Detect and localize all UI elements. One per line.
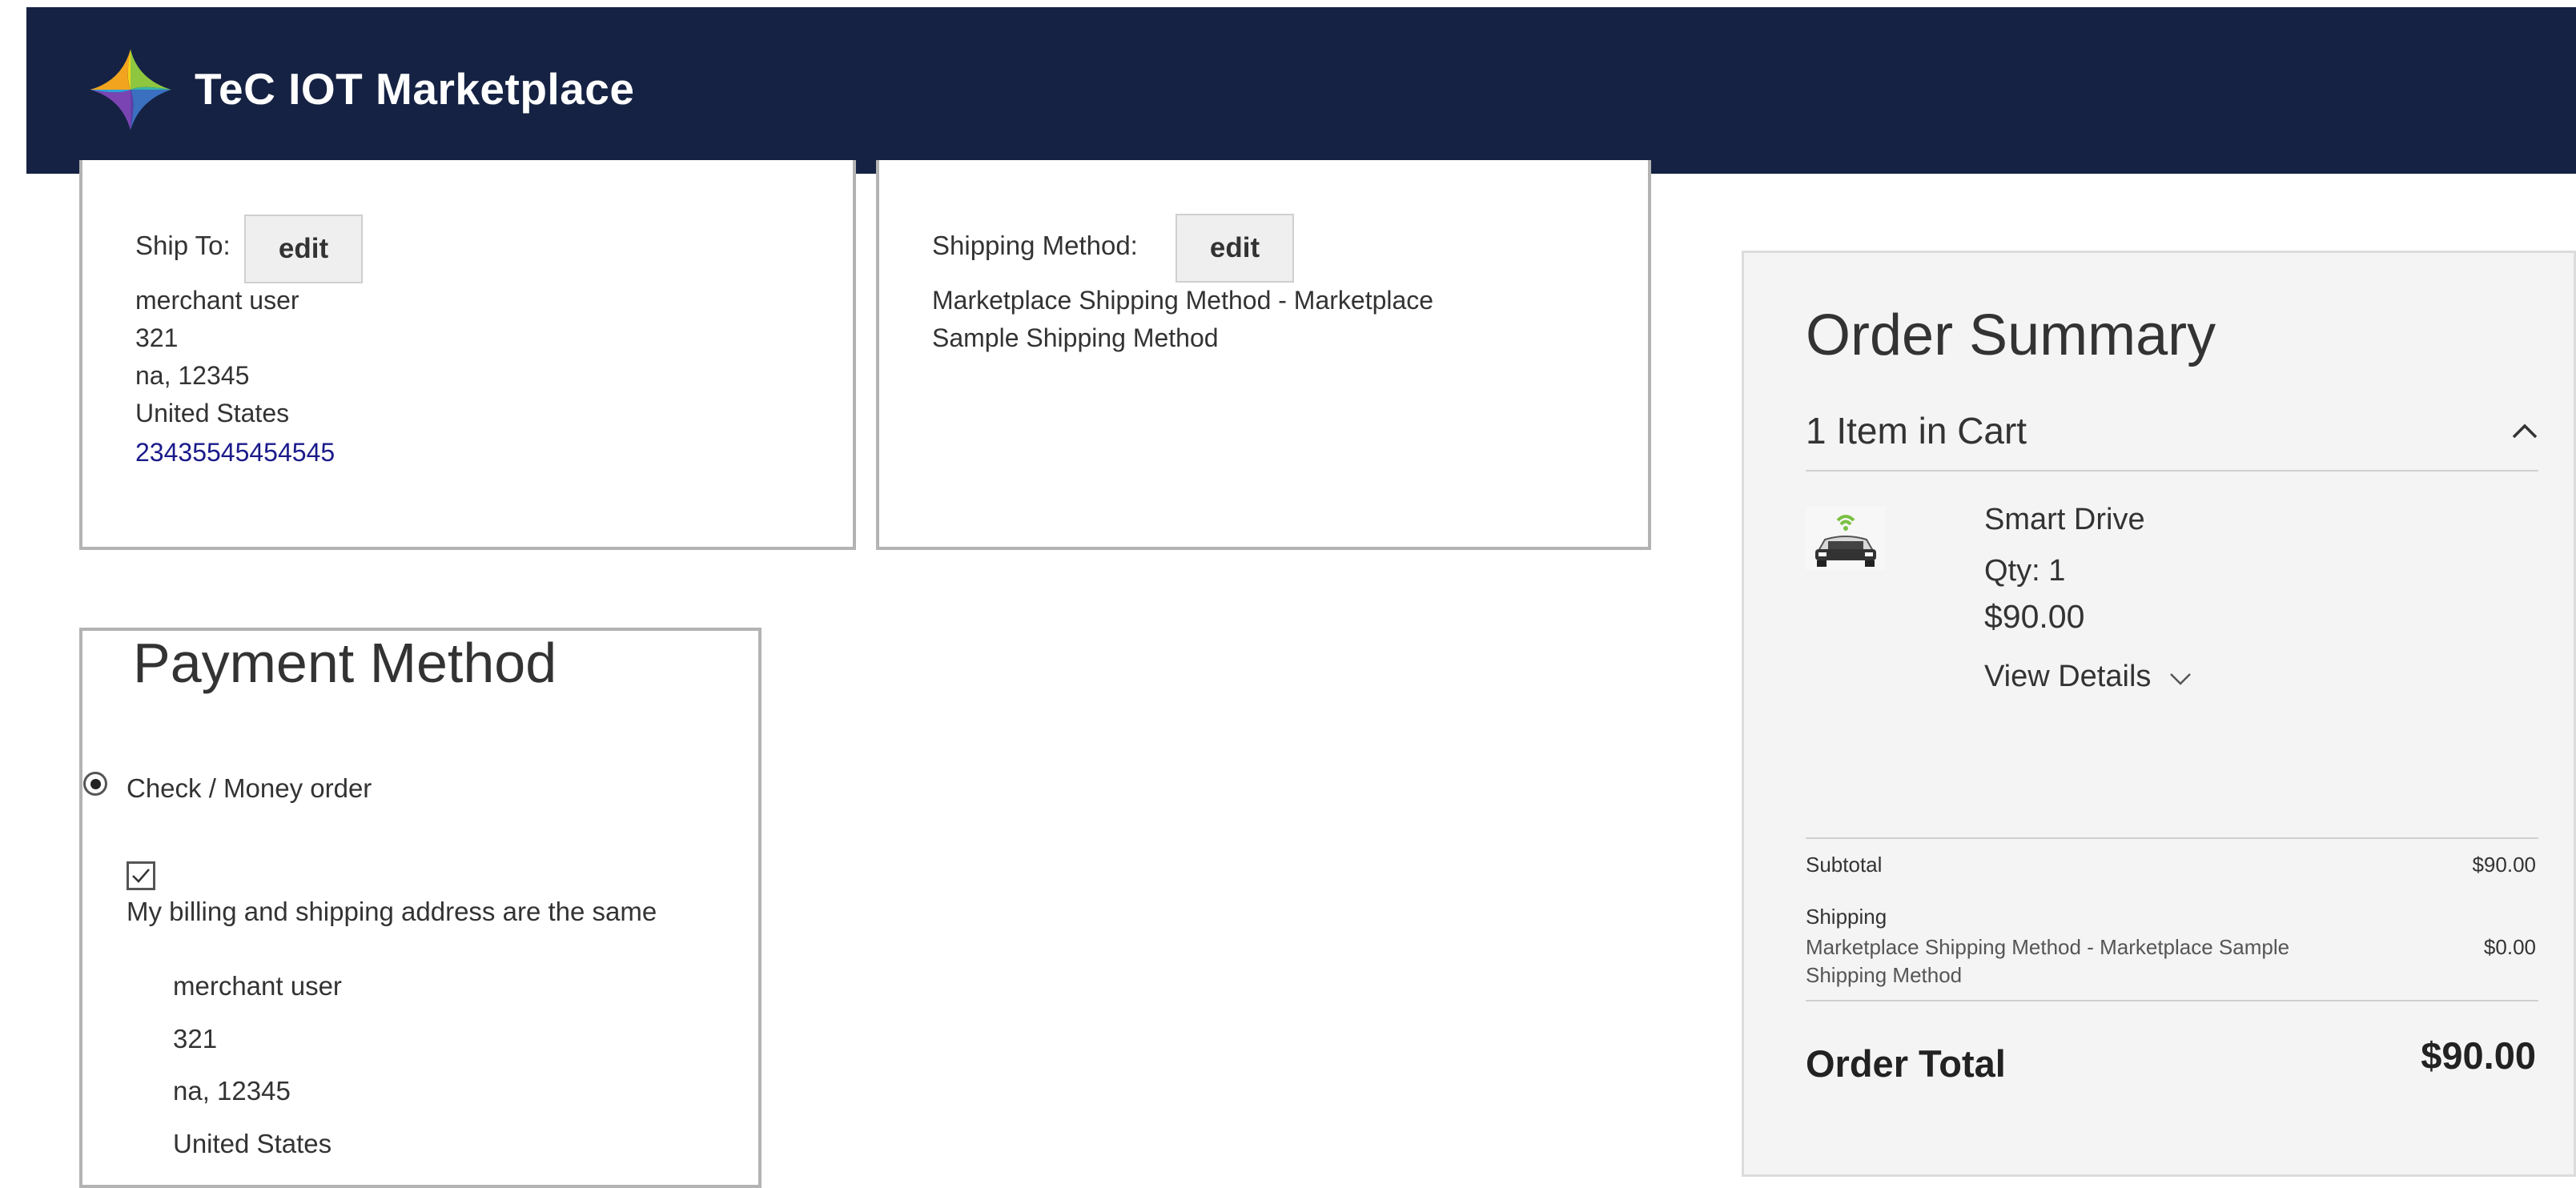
ship-to-phone-link[interactable]: 23435545454545 (135, 438, 335, 468)
product-qty: Qty: 1 (1984, 554, 2066, 588)
product-thumbnail[interactable] (1806, 506, 1886, 570)
shipping-method-summary-line1: Marketplace Shipping Method - Marketplac… (1806, 935, 2290, 959)
shipping-method-edit-button[interactable]: edit (1175, 214, 1294, 283)
ship-to-panel: Ship To: edit merchant user 321 na, 1234… (79, 160, 856, 550)
order-summary-title: Order Summary (1806, 303, 2216, 367)
checkmark-icon (132, 869, 150, 883)
ship-to-city-zip: na, 12345 (135, 361, 250, 390)
billing-name: merchant user (173, 971, 342, 1001)
shipping-value: $0.00 (2483, 935, 2536, 959)
site-header: TeC IOT Marketplace (26, 7, 2576, 174)
ship-to-street: 321 (135, 323, 179, 352)
same-address-label[interactable]: My billing and shipping address are the … (127, 897, 657, 927)
cart-count-toggle[interactable]: 1 Item in Cart (1806, 409, 2027, 452)
ship-to-edit-button[interactable]: edit (244, 215, 363, 283)
totals-divider-top (1806, 837, 2538, 839)
shipping-label: Shipping (1806, 905, 1887, 929)
same-address-checkbox[interactable] (127, 861, 155, 890)
product-name: Smart Drive (1984, 503, 2145, 536)
shipping-method-line1: Marketplace Shipping Method - Marketplac… (932, 286, 1434, 315)
brand-logo-icon[interactable] (86, 46, 175, 134)
subtotal-label: Subtotal (1806, 853, 1883, 877)
smart-car-icon (1806, 506, 1886, 570)
subtotal-value: $90.00 (2472, 853, 2536, 877)
view-details-toggle[interactable]: View Details (1984, 660, 2151, 694)
billing-country: United States (173, 1129, 332, 1158)
chevron-up-icon[interactable] (2510, 421, 2539, 440)
chevron-down-icon[interactable] (2168, 671, 2192, 687)
order-summary-panel: Order Summary 1 Item in Cart Smart Drive… (1742, 251, 2576, 1177)
product-price: $90.00 (1984, 598, 2085, 635)
cart-divider (1806, 470, 2538, 472)
payment-method-title: Payment Method (133, 632, 557, 694)
billing-street: 321 (173, 1024, 218, 1054)
shipping-method-panel: Shipping Method: edit Marketplace Shippi… (876, 160, 1651, 550)
ship-to-name: merchant user (135, 286, 299, 315)
shipping-method-line2: Sample Shipping Method (932, 323, 1219, 352)
billing-city-zip: na, 12345 (173, 1076, 291, 1106)
ship-to-label: Ship To: (135, 231, 231, 260)
ship-to-country: United States (135, 399, 290, 427)
shipping-method-summary-line2: Shipping Method (1806, 963, 1963, 987)
shipping-method-label: Shipping Method: (932, 231, 1138, 260)
order-total-value: $90.00 (2421, 1034, 2536, 1077)
brand-name[interactable]: TeC IOT Marketplace (195, 63, 634, 114)
check-money-order-radio[interactable] (83, 772, 107, 796)
check-money-order-label[interactable]: Check / Money order (127, 773, 372, 804)
order-total-label: Order Total (1806, 1042, 2006, 1085)
totals-divider-bottom (1806, 1000, 2538, 1001)
